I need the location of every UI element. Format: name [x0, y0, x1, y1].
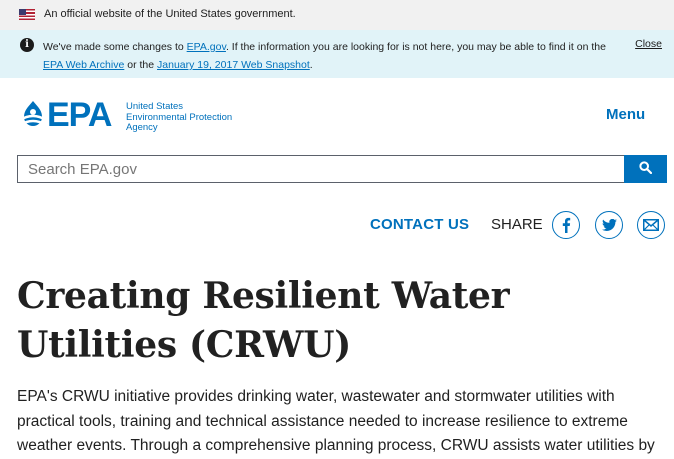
agency-name-line: United States	[126, 101, 184, 112]
intro-paragraph: EPA's CRWU initiative provides drinking …	[17, 388, 655, 454]
epa-gov-link[interactable]: EPA.gov	[187, 41, 226, 53]
official-gov-banner: An official website of the United States…	[0, 0, 674, 30]
notice-text-part: We've made some changes to	[43, 41, 187, 53]
epa-seal-icon	[19, 101, 47, 127]
site-notice: i We've made some changes to EPA.gov. If…	[0, 30, 674, 78]
search-input[interactable]	[17, 155, 625, 183]
share-twitter-button[interactable]	[595, 211, 623, 239]
menu-button[interactable]: Menu	[606, 106, 645, 123]
share-label: SHARE	[491, 216, 543, 233]
agency-name: United States Environmental Protection A…	[126, 101, 266, 134]
epa-logo-text: EPA	[47, 96, 112, 134]
site-search	[17, 155, 667, 183]
epa-web-archive-link[interactable]: EPA Web Archive	[43, 59, 124, 71]
twitter-icon	[601, 218, 617, 231]
share-email-button[interactable]	[637, 211, 665, 239]
notice-close-button[interactable]: Close	[635, 38, 662, 50]
official-gov-text: An official website of the United States…	[44, 8, 296, 20]
notice-text: We've made some changes to EPA.gov. If t…	[43, 38, 613, 74]
notice-text-part: . If the information you are looking for…	[225, 41, 606, 53]
notice-text-part: .	[309, 59, 313, 71]
email-icon	[643, 219, 659, 231]
facebook-icon	[562, 217, 571, 233]
search-button[interactable]	[624, 155, 667, 183]
epa-logo[interactable]: EPA United States Environmental Protecti…	[18, 96, 258, 136]
info-icon: i	[20, 38, 34, 52]
contact-us-link[interactable]: CONTACT US	[370, 216, 469, 233]
us-flag-icon	[19, 9, 35, 20]
page-title: Creating Resilient Water Utilities (CRWU…	[17, 275, 510, 366]
search-icon	[639, 161, 653, 175]
notice-text-part: or the	[124, 59, 158, 71]
share-facebook-button[interactable]	[552, 211, 580, 239]
web-snapshot-link[interactable]: January 19, 2017 Web Snapshot	[157, 59, 310, 71]
agency-name-line: Agency	[126, 122, 158, 133]
